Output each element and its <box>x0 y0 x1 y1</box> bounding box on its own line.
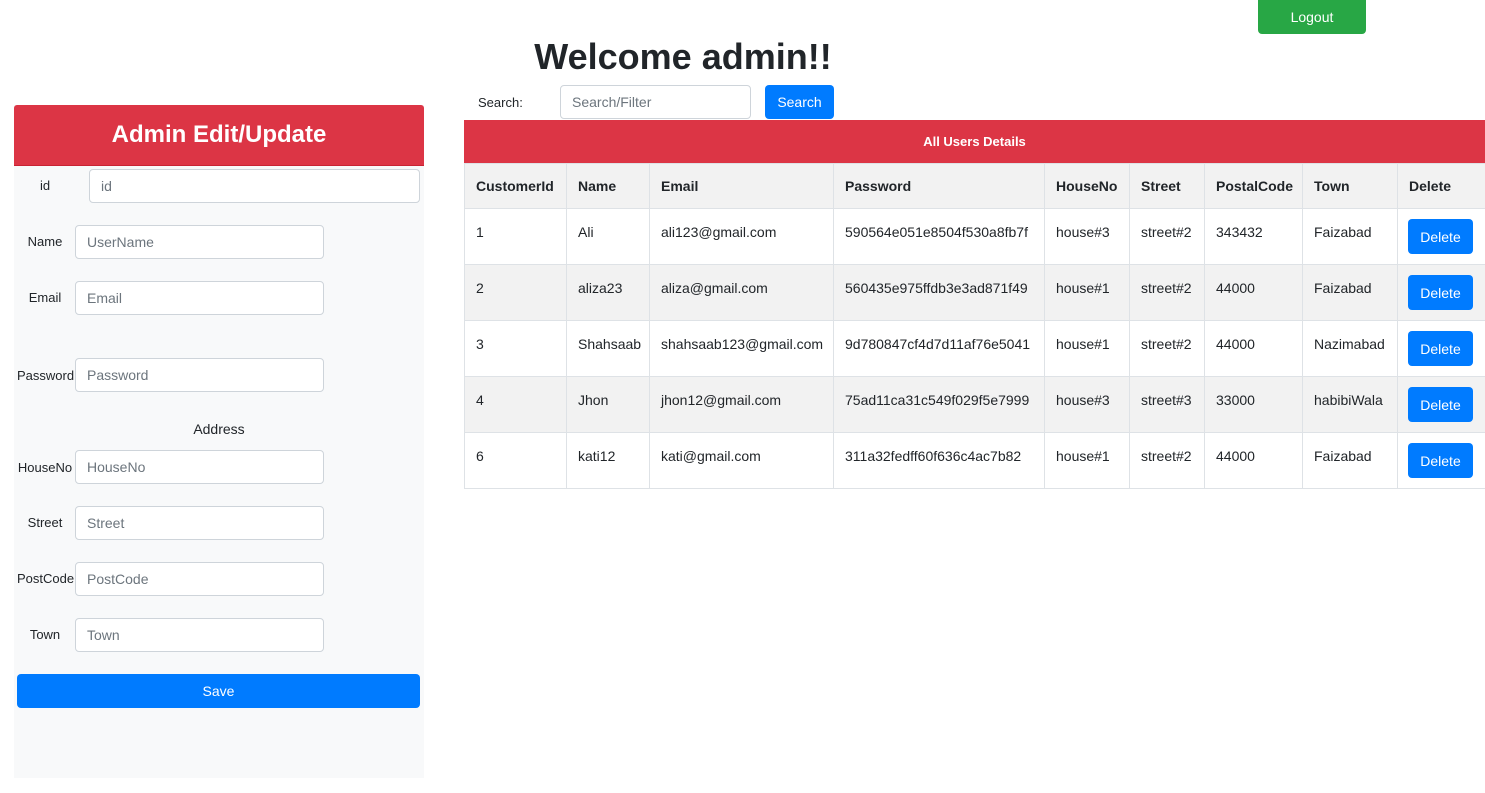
cell-house-no: house#3 <box>1044 376 1130 433</box>
delete-button[interactable]: Delete <box>1408 219 1473 254</box>
cell-customer-id: 4 <box>464 376 567 433</box>
cell-customer-id: 6 <box>464 432 567 489</box>
cell-delete: Delete <box>1397 432 1485 489</box>
cell-town: Faizabad <box>1302 264 1398 321</box>
town-input[interactable] <box>75 618 324 652</box>
cell-delete: Delete <box>1397 320 1485 377</box>
cell-postal-code: 44000 <box>1204 264 1303 321</box>
cell-name: Ali <box>566 208 650 265</box>
delete-button[interactable]: Delete <box>1408 275 1473 310</box>
password-label: Password <box>17 368 75 383</box>
cell-house-no: house#1 <box>1044 320 1130 377</box>
houseno-input[interactable] <box>75 450 324 484</box>
search-input[interactable] <box>560 85 751 119</box>
admin-form-title: Admin Edit/Update <box>14 105 424 166</box>
cell-email: shahsaab123@gmail.com <box>649 320 834 377</box>
cell-password: 560435e975ffdb3e3ad871f49 <box>833 264 1045 321</box>
cell-password: 590564e051e8504f530a8fb7f <box>833 208 1045 265</box>
column-header: Email <box>649 163 834 209</box>
cell-town: habibiWala <box>1302 376 1398 433</box>
column-header: Password <box>833 163 1045 209</box>
table-row: 1 Ali ali123@gmail.com 590564e051e8504f5… <box>464 208 1485 265</box>
street-label: Street <box>27 515 63 530</box>
delete-button[interactable]: Delete <box>1408 331 1473 366</box>
cell-delete: Delete <box>1397 208 1485 265</box>
logout-button[interactable]: Logout <box>1258 0 1366 34</box>
column-header: Street <box>1129 163 1205 209</box>
cell-street: street#3 <box>1129 376 1205 433</box>
admin-edit-panel: Admin Edit/Update id Name Email Password… <box>14 105 424 778</box>
cell-name: aliza23 <box>566 264 650 321</box>
address-heading: Address <box>193 421 245 437</box>
cell-house-no: house#3 <box>1044 208 1130 265</box>
column-header: PostalCode <box>1204 163 1303 209</box>
table-row: 3 Shahsaab shahsaab123@gmail.com 9d78084… <box>464 320 1485 377</box>
table-row: 4 Jhon jhon12@gmail.com 75ad11ca31c549f0… <box>464 376 1485 433</box>
cell-street: street#2 <box>1129 432 1205 489</box>
cell-email: aliza@gmail.com <box>649 264 834 321</box>
cell-email: jhon12@gmail.com <box>649 376 834 433</box>
cell-delete: Delete <box>1397 376 1485 433</box>
cell-name: kati12 <box>566 432 650 489</box>
cell-house-no: house#1 <box>1044 264 1130 321</box>
search-button[interactable]: Search <box>765 85 834 119</box>
cell-password: 311a32fedff60f636c4ac7b82 <box>833 432 1045 489</box>
email-label: Email <box>28 290 62 305</box>
delete-button[interactable]: Delete <box>1408 443 1473 478</box>
postcode-input[interactable] <box>75 562 324 596</box>
houseno-label: HouseNo <box>17 460 73 475</box>
column-header: Delete <box>1397 163 1485 209</box>
cell-postal-code: 44000 <box>1204 320 1303 377</box>
id-input[interactable] <box>89 169 420 203</box>
cell-postal-code: 33000 <box>1204 376 1303 433</box>
street-input[interactable] <box>75 506 324 540</box>
column-header: Name <box>566 163 650 209</box>
cell-password: 75ad11ca31c549f029f5e7999 <box>833 376 1045 433</box>
users-table-title: All Users Details <box>464 120 1485 163</box>
cell-name: Jhon <box>566 376 650 433</box>
cell-street: street#2 <box>1129 320 1205 377</box>
cell-delete: Delete <box>1397 264 1485 321</box>
cell-town: Nazimabad <box>1302 320 1398 377</box>
page-title: Welcome admin!! <box>534 36 832 77</box>
cell-street: street#2 <box>1129 264 1205 321</box>
cell-customer-id: 1 <box>464 208 567 265</box>
users-table: CustomerId Name Email Password HouseNo S… <box>464 163 1485 489</box>
id-label: id <box>39 178 51 193</box>
cell-password: 9d780847cf4d7d11af76e5041 <box>833 320 1045 377</box>
column-header: CustomerId <box>464 163 567 209</box>
cell-street: street#2 <box>1129 208 1205 265</box>
save-button[interactable]: Save <box>17 674 420 708</box>
cell-email: kati@gmail.com <box>649 432 834 489</box>
delete-button[interactable]: Delete <box>1408 387 1473 422</box>
column-header: Town <box>1302 163 1398 209</box>
postcode-label: PostCode <box>17 571 75 586</box>
table-row: 6 kati12 kati@gmail.com 311a32fedff60f63… <box>464 432 1485 489</box>
town-label: Town <box>29 627 61 642</box>
column-header: HouseNo <box>1044 163 1130 209</box>
search-label: Search: <box>478 95 523 110</box>
cell-postal-code: 343432 <box>1204 208 1303 265</box>
cell-customer-id: 2 <box>464 264 567 321</box>
cell-email: ali123@gmail.com <box>649 208 834 265</box>
cell-house-no: house#1 <box>1044 432 1130 489</box>
cell-postal-code: 44000 <box>1204 432 1303 489</box>
table-header-row: CustomerId Name Email Password HouseNo S… <box>464 163 1485 209</box>
email-input[interactable] <box>75 281 324 315</box>
name-label: Name <box>27 234 63 249</box>
table-row: 2 aliza23 aliza@gmail.com 560435e975ffdb… <box>464 264 1485 321</box>
cell-town: Faizabad <box>1302 208 1398 265</box>
username-input[interactable] <box>75 225 324 259</box>
users-table-container: All Users Details CustomerId Name Email … <box>464 120 1485 489</box>
password-input[interactable] <box>75 358 324 392</box>
cell-name: Shahsaab <box>566 320 650 377</box>
cell-customer-id: 3 <box>464 320 567 377</box>
cell-town: Faizabad <box>1302 432 1398 489</box>
